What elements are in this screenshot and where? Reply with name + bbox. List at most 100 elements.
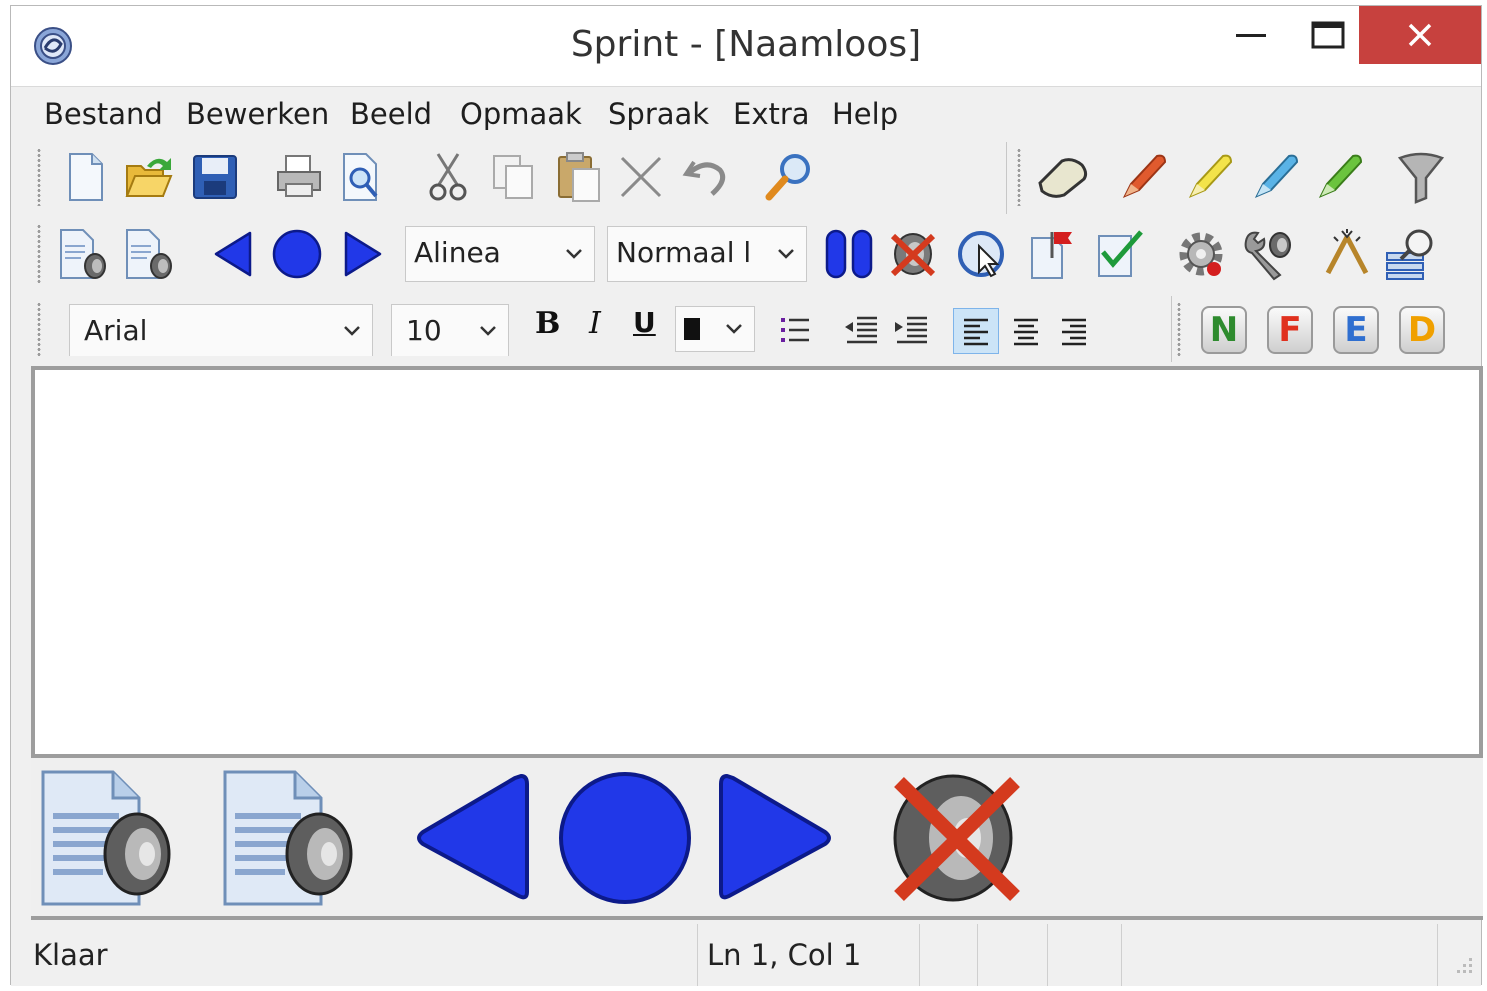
letter-f-button[interactable]: F (1267, 306, 1313, 354)
large-mute-button[interactable] (887, 768, 1027, 908)
large-read-document-button[interactable] (39, 768, 175, 908)
red-marker-button[interactable] (1115, 148, 1173, 206)
open-button[interactable] (121, 150, 177, 204)
save-button[interactable] (189, 150, 241, 204)
mark-button[interactable] (1317, 226, 1377, 282)
status-divider (1121, 924, 1122, 986)
dictionary-button[interactable] (1381, 226, 1441, 282)
toolbar-grip[interactable] (37, 148, 41, 206)
letter-e-button[interactable]: E (1333, 306, 1379, 354)
paste-button[interactable] (551, 150, 607, 204)
read-document-icon (41, 770, 171, 906)
menu-beeld[interactable]: Beeld (350, 97, 432, 131)
toolbar-grip[interactable] (37, 302, 41, 356)
spellcheck-button[interactable] (1093, 226, 1149, 282)
font-value: Arial (84, 314, 148, 347)
compass-marker-icon (1325, 229, 1369, 275)
align-left-button[interactable] (953, 308, 999, 354)
menu-help[interactable]: Help (832, 97, 898, 131)
outdent-icon (845, 316, 877, 344)
large-next-button[interactable] (713, 768, 837, 908)
toolbar-grip[interactable] (1017, 148, 1021, 206)
undo-icon (682, 160, 726, 196)
resize-grip-icon[interactable] (1451, 954, 1475, 978)
read-selection-button[interactable] (121, 226, 177, 282)
bold-button[interactable]: B (535, 306, 560, 341)
delete-button[interactable] (615, 150, 667, 204)
align-center-button[interactable] (1003, 308, 1049, 354)
new-document-button[interactable] (61, 150, 111, 204)
menu-bestand[interactable]: Bestand (44, 97, 163, 131)
settings-button[interactable] (1171, 226, 1231, 282)
print-preview-icon (343, 153, 378, 201)
toolbar-grip[interactable] (37, 224, 41, 284)
status-bar: Klaar Ln 1, Col 1 (11, 924, 1481, 986)
red-marker-icon (1122, 154, 1167, 198)
italic-button[interactable]: I (589, 306, 601, 341)
large-play-button[interactable] (555, 768, 695, 908)
align-center-icon (1014, 318, 1038, 346)
next-button[interactable] (337, 226, 389, 282)
print-preview-button[interactable] (335, 150, 387, 204)
read-document-button[interactable] (55, 226, 111, 282)
print-button[interactable] (271, 150, 327, 204)
find-button[interactable] (761, 150, 817, 204)
mute-button[interactable] (885, 226, 941, 282)
bullet-list-button[interactable] (777, 310, 813, 350)
tools-button[interactable] (1237, 226, 1297, 282)
wrench-speaker-icon (1244, 231, 1291, 281)
pause-button[interactable] (821, 226, 877, 282)
copy-button[interactable] (487, 150, 539, 204)
text-editor[interactable] (31, 366, 1483, 758)
color-swatch-icon (684, 318, 700, 340)
yellow-marker-button[interactable] (1181, 148, 1239, 206)
undo-button[interactable] (679, 150, 733, 204)
letter-d-button[interactable]: D (1399, 306, 1445, 354)
title-bar[interactable]: Sprint - [Naamloos] (11, 6, 1481, 86)
reading-mode-select[interactable]: Normaal l (607, 226, 807, 282)
blue-marker-button[interactable] (1247, 148, 1305, 206)
menu-spraak[interactable]: Spraak (608, 97, 709, 131)
text-color-select[interactable] (675, 306, 755, 352)
bullet-list-icon (781, 318, 809, 342)
eraser-button[interactable] (1031, 150, 1093, 204)
play-button[interactable] (269, 226, 325, 282)
green-marker-button[interactable] (1311, 148, 1369, 206)
read-document-icon (60, 229, 106, 279)
letter-n-button[interactable]: N (1201, 306, 1247, 354)
toolbar-grip[interactable] (1177, 302, 1181, 358)
font-size-select[interactable]: 10 (391, 304, 509, 356)
chevron-down-icon (772, 227, 800, 281)
menu-extra[interactable]: Extra (733, 97, 810, 131)
status-divider (697, 924, 698, 986)
align-right-button[interactable] (1051, 308, 1097, 354)
green-marker-icon (1318, 154, 1363, 198)
next-icon (344, 231, 382, 277)
minimize-button[interactable] (1216, 6, 1286, 64)
font-select[interactable]: Arial (69, 304, 373, 356)
large-previous-button[interactable] (411, 768, 535, 908)
minimize-icon (1236, 34, 1266, 37)
speaker-muted-icon (893, 774, 1020, 902)
cut-button[interactable] (423, 150, 473, 204)
maximize-icon (1311, 21, 1345, 49)
status-text: Klaar (33, 938, 108, 972)
underline-button[interactable]: U (633, 306, 656, 339)
read-unit-select[interactable]: Alinea (405, 226, 595, 282)
read-from-cursor-button[interactable] (953, 226, 1009, 282)
previous-icon (417, 774, 529, 900)
previous-button[interactable] (207, 226, 259, 282)
menu-opmaak[interactable]: Opmaak (460, 97, 582, 131)
close-button[interactable] (1359, 6, 1481, 64)
maximize-button[interactable] (1293, 6, 1363, 64)
close-icon (1408, 23, 1432, 47)
decrease-indent-button[interactable] (841, 310, 881, 350)
eraser-icon (1038, 158, 1088, 198)
open-folder-icon (125, 158, 173, 197)
large-read-selection-button[interactable] (221, 768, 357, 908)
filter-button[interactable] (1395, 150, 1447, 206)
increase-indent-button[interactable] (891, 310, 931, 350)
gear-icon (1179, 232, 1223, 276)
menu-bewerken[interactable]: Bewerken (186, 97, 329, 131)
bookmark-button[interactable] (1025, 226, 1081, 282)
